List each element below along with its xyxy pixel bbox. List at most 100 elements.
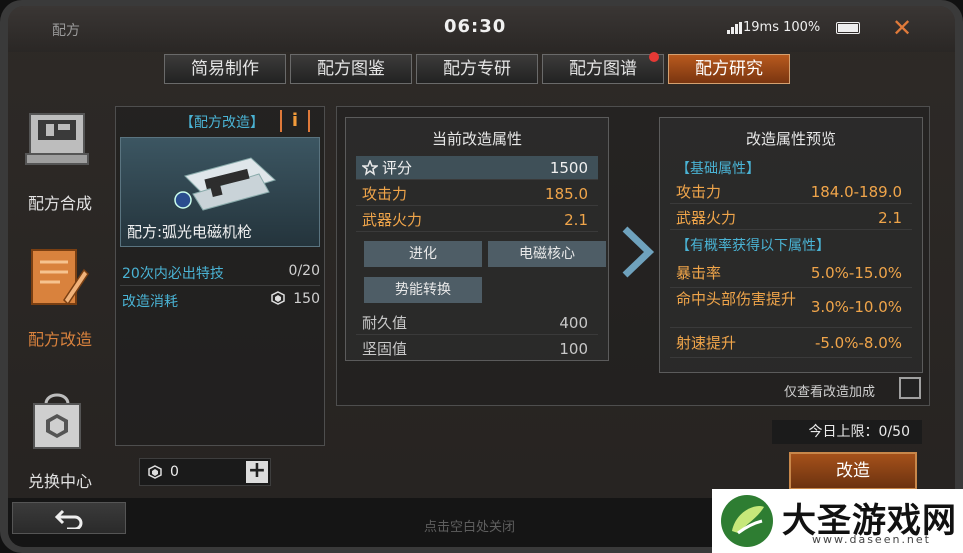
recipe-modify-panel: 【配方改造】 i 配方:弧光电磁机枪 20次内必出特技 0/20 改造消耗 15…	[115, 106, 325, 446]
blueprint-gun-icon	[174, 157, 276, 211]
tab-bar: 简易制作 配方图鉴 配方专研 配方图谱 配方研究	[164, 52, 790, 86]
score-label: 评分	[382, 159, 413, 177]
current-attributes-box: 当前改造属性 评分 1500 攻击力 185.0 武器火力 2.1 进化 电磁核…	[345, 117, 609, 361]
tab-label: 配方专研	[443, 59, 511, 79]
sidebar-item-label: 配方合成	[27, 194, 92, 213]
attr-label: 暴击率	[676, 264, 722, 282]
chevron-right-icon	[622, 226, 655, 278]
watermark-url: www.daseen.net	[812, 533, 931, 546]
attr-value: 2.1	[564, 211, 588, 229]
cost-value-wrap: 150	[271, 291, 320, 307]
add-material-button[interactable]: +	[246, 460, 268, 483]
close-button[interactable]: ✕	[890, 16, 914, 40]
attr-row: 暴击率 5.0%-15.0%	[670, 258, 912, 288]
tab-label: 配方图谱	[569, 59, 637, 79]
tab-label: 配方研究	[695, 59, 763, 79]
game-window: 配方 06:30 19ms 100% ✕ 简易制作 配方图鉴 配方专研 配方图谱…	[8, 6, 955, 547]
sidebar-item-recipe-modify[interactable]: 配方改造	[8, 234, 112, 368]
score-value: 1500	[549, 159, 588, 177]
material-counter: 0 +	[139, 458, 271, 486]
cost-row: 改造消耗 150	[122, 291, 320, 311]
divider	[120, 285, 320, 286]
tab-recipe-specialize[interactable]: 配方专研	[416, 54, 538, 84]
attr-value: 5.0%-15.0%	[810, 264, 902, 282]
recipe-name: 配方:弧光电磁机枪	[127, 223, 253, 241]
toughness-row: 坚固值 100	[356, 337, 598, 361]
attr-value: 185.0	[545, 185, 588, 203]
shopping-bag-icon	[33, 393, 81, 449]
sidebar-item-label: 配方改造	[27, 330, 92, 349]
durability-row: 耐久值 400	[356, 311, 598, 335]
attr-label: 坚固值	[362, 340, 408, 358]
chance-attributes-list[interactable]: 暴击率 5.0%-15.0% 命中头部伤害提升 3.0%-10.0% 射速提升 …	[670, 258, 912, 370]
attr-value: 3.0%-10.0%	[810, 298, 902, 316]
guarantee-row: 20次内必出特技 0/20	[122, 263, 320, 283]
tab-recipe-research[interactable]: 配方研究	[668, 54, 790, 84]
watermark: 大圣游戏网 www.daseen.net	[712, 489, 963, 553]
attr-row: 攻击力 184.0-189.0	[670, 180, 912, 204]
score-row: 评分 1500	[356, 156, 598, 180]
attr-row: 攻击力 185.0	[356, 182, 598, 206]
attr-row: 武器火力 2.1	[356, 208, 598, 232]
modify-button[interactable]: 改造	[789, 452, 917, 490]
back-button[interactable]	[12, 502, 126, 534]
clock: 06:30	[444, 16, 507, 37]
back-arrow-icon	[54, 509, 83, 529]
info-icon[interactable]: i	[280, 110, 310, 132]
tag-evolution[interactable]: 进化	[364, 241, 482, 267]
tag-kinetic-convert[interactable]: 势能转换	[364, 277, 482, 303]
tag-em-core[interactable]: 电磁核心	[488, 241, 606, 267]
attr-row: 武器火力 2.1	[670, 206, 912, 230]
attr-label: 武器火力	[676, 209, 737, 227]
battery-icon	[836, 22, 860, 34]
signal-icon	[727, 22, 742, 34]
current-attributes-title: 当前改造属性	[431, 130, 522, 148]
sidebar-item-exchange-center[interactable]: 兑换中心	[8, 376, 112, 510]
attr-label: 武器火力	[362, 211, 423, 229]
cost-label: 改造消耗	[122, 294, 178, 310]
guarantee-label: 20次内必出特技	[122, 266, 224, 282]
sidebar-item-recipe-synthesis[interactable]: 配方合成	[8, 98, 112, 232]
preview-attributes-title: 改造属性预览	[745, 130, 836, 148]
chance-section-label: 【有概率获得以下属性】	[676, 238, 830, 254]
tab-recipe-atlas[interactable]: 配方图谱	[542, 52, 664, 84]
notification-dot	[649, 52, 659, 62]
tap-to-close-hint[interactable]: 点击空白处关闭	[424, 516, 515, 535]
attributes-panel: 当前改造属性 评分 1500 攻击力 185.0 武器火力 2.1 进化 电磁核…	[336, 106, 930, 406]
attr-value: -5.0%-8.0%	[814, 334, 902, 352]
preview-attributes-box: 改造属性预览 【基础属性】 攻击力 184.0-189.0 武器火力 2.1 【…	[659, 117, 923, 373]
attr-value: 2.1	[878, 209, 902, 227]
attr-value: 400	[559, 314, 588, 332]
attr-label: 命中头部伤害提升	[676, 290, 797, 308]
material-count: 0	[170, 464, 179, 480]
attr-row: 命中头部伤害提升 3.0%-10.0%	[670, 288, 912, 328]
tab-simple-craft[interactable]: 简易制作	[164, 54, 286, 84]
panel-header: 【配方改造】	[180, 115, 264, 131]
only-view-label: 仅查看改造加成	[784, 385, 876, 400]
tab-recipe-codex[interactable]: 配方图鉴	[290, 54, 412, 84]
notepad-pencil-icon	[31, 249, 89, 306]
attr-label: 攻击力	[676, 183, 722, 201]
material-cube-icon	[148, 465, 162, 479]
sidebar: 配方合成 配方改造 兑换中心	[8, 98, 112, 500]
app-title: 配方	[52, 23, 80, 39]
attr-label: 攻击力	[362, 185, 408, 203]
recipe-card[interactable]: 配方:弧光电磁机枪	[120, 137, 320, 247]
attr-value: 184.0-189.0	[810, 183, 902, 201]
attr-label: 射速提升	[676, 334, 737, 352]
base-section-label: 【基础属性】	[676, 161, 760, 177]
status-bar: 配方 06:30 19ms 100% ✕	[8, 6, 955, 52]
cost-value: 150	[293, 291, 320, 307]
device-frame: 配方 06:30 19ms 100% ✕ 简易制作 配方图鉴 配方专研 配方图谱…	[0, 0, 963, 553]
daily-limit: 今日上限：0/50	[772, 420, 922, 444]
only-view-checkbox[interactable]	[899, 377, 921, 399]
attr-label: 耐久值	[362, 314, 408, 332]
guarantee-value: 0/20	[288, 263, 320, 279]
attr-row: 射速提升 -5.0%-8.0%	[670, 328, 912, 358]
star-icon	[362, 160, 378, 176]
attr-value: 100	[559, 340, 588, 358]
tab-label: 配方图鉴	[317, 59, 385, 79]
sidebar-item-label: 兑换中心	[27, 472, 92, 491]
crafting-machine-icon	[25, 113, 89, 165]
network-status: 19ms 100%	[743, 20, 821, 35]
